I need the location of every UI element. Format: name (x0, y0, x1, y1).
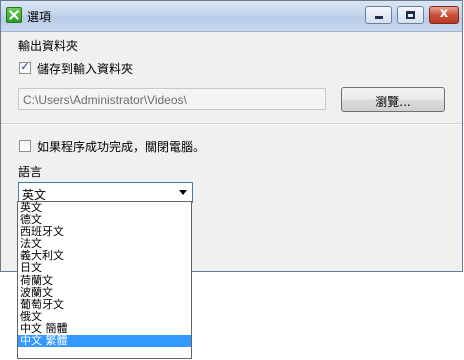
close-button[interactable]: x (429, 6, 459, 24)
app-icon (6, 7, 22, 23)
maximize-button[interactable] (397, 6, 424, 24)
language-label: 語言 (18, 165, 43, 179)
language-option[interactable]: 波蘭文 (18, 286, 191, 299)
title-bar[interactable]: 選項 x (1, 1, 462, 32)
chevron-down-icon[interactable] (179, 190, 187, 195)
language-option-highlighted[interactable]: 中文 繁體 (18, 334, 191, 348)
language-option[interactable]: 義大利文 (18, 250, 191, 262)
language-option[interactable]: 英文 (18, 201, 191, 214)
language-option[interactable]: 荷蘭文 (18, 274, 191, 287)
save-to-input-checkbox[interactable]: ✓ (19, 60, 31, 74)
language-select[interactable]: 英文 (18, 182, 193, 203)
language-option[interactable]: 葡萄牙文 (18, 298, 191, 311)
close-icon: x (439, 6, 449, 21)
shutdown-checkbox[interactable] (19, 140, 31, 152)
output-path-field: C:\Users\Administrator\Videos\ (18, 88, 326, 110)
minimize-button[interactable] (365, 6, 392, 24)
output-folder-label: 輸出資料夾 (18, 39, 79, 53)
language-option[interactable]: 日文 (18, 262, 191, 274)
shutdown-label[interactable]: 如果程序成功完成，關閉電腦。 (37, 138, 205, 155)
browse-button[interactable]: 瀏覽... (341, 87, 445, 112)
window-title: 選項 (27, 10, 52, 24)
language-option[interactable]: 西班牙文 (18, 226, 191, 238)
checkmark-icon: ✓ (20, 60, 30, 73)
save-to-input-label[interactable]: 儲存到輸入資料夾 (37, 60, 133, 77)
separator (1, 123, 462, 125)
minimize-icon (375, 16, 383, 19)
maximize-icon (406, 11, 415, 19)
language-dropdown-list: 英文 德文 西班牙文 法文 義大利文 日文 荷蘭文 波蘭文 葡萄牙文 俄文 中文… (17, 201, 192, 359)
